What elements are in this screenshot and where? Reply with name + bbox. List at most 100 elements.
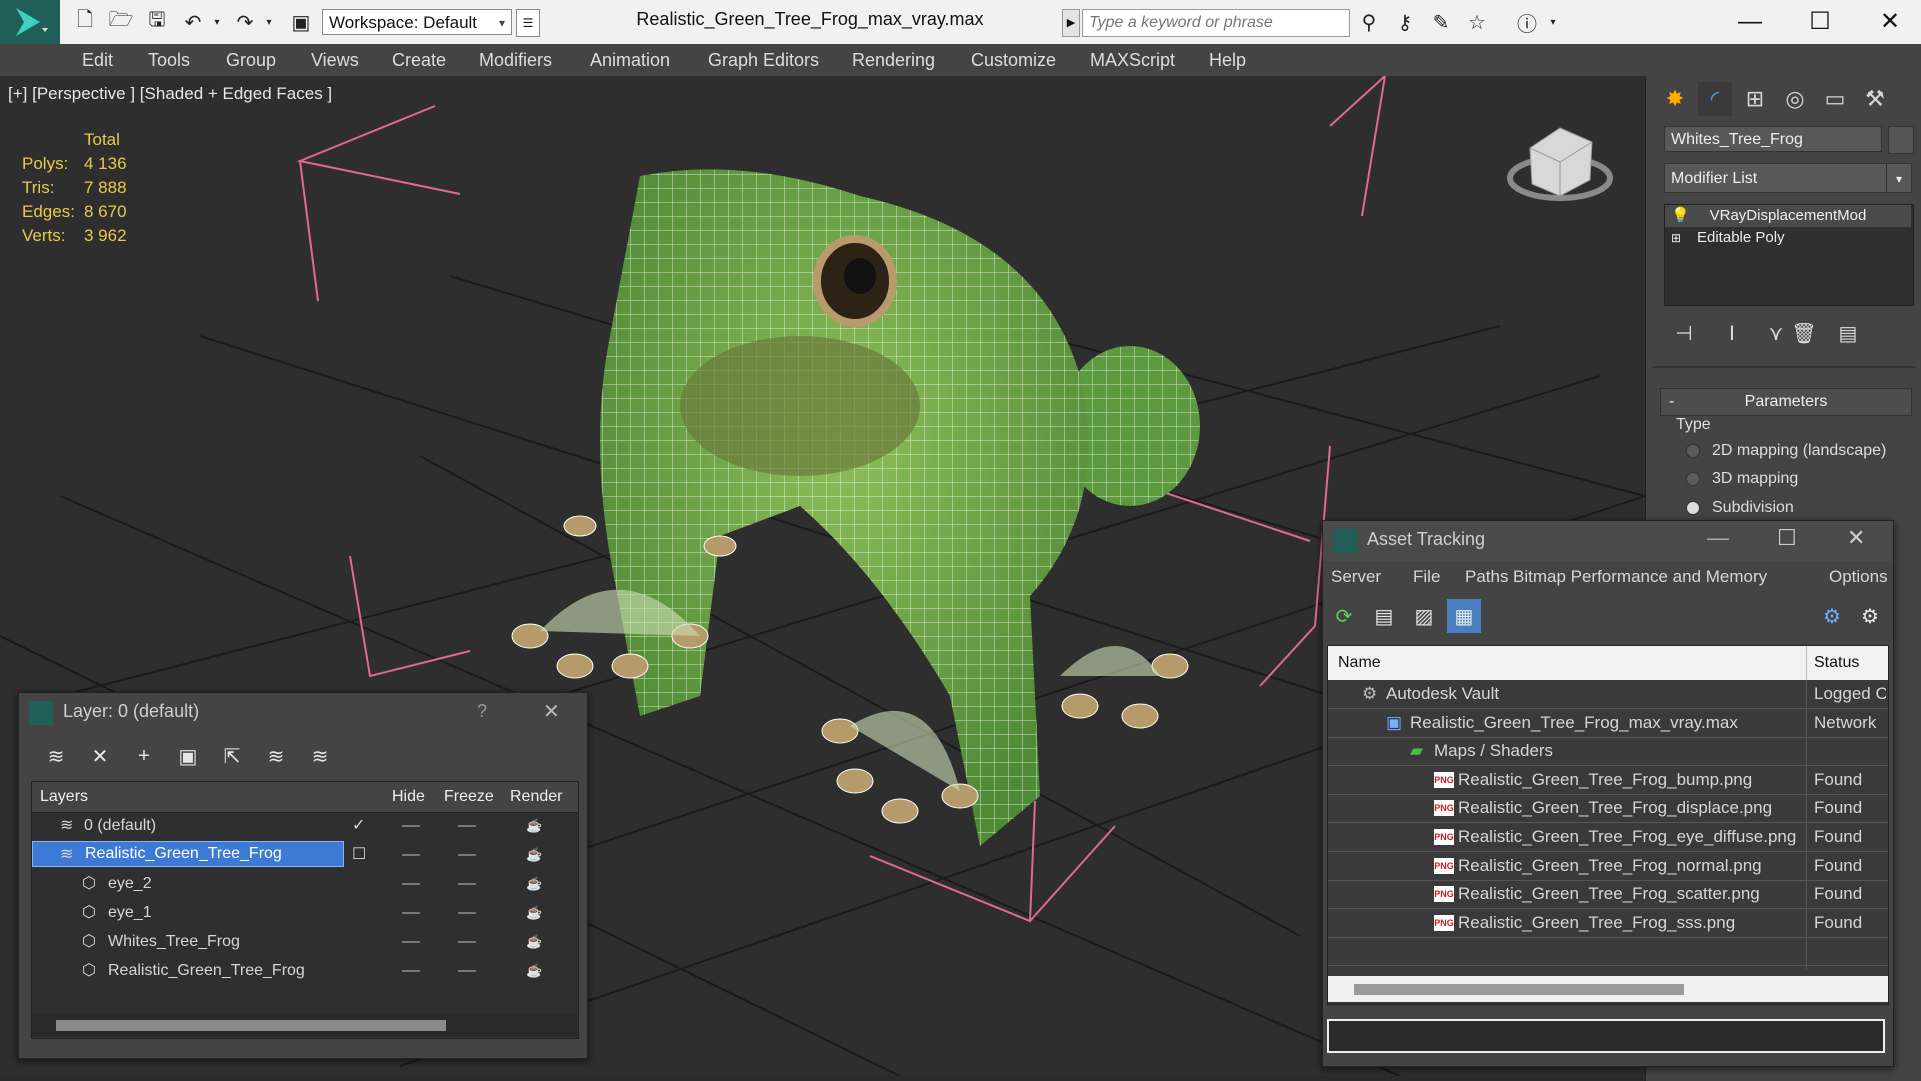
save-icon[interactable]: 🖫	[144, 9, 170, 34]
menu-create[interactable]: Create	[392, 44, 446, 76]
asset-status-field[interactable]	[1327, 1019, 1885, 1053]
close-icon[interactable]: ✕	[1860, 4, 1920, 40]
horizontal-scrollbar[interactable]	[32, 1014, 578, 1036]
stack-item-editable-poly[interactable]: ⊞ Editable Poly	[1665, 227, 1911, 249]
active-layer-check-icon[interactable]: ✓	[352, 812, 365, 840]
layer-window-titlebar[interactable]: Layer: 0 (default) ? ✕	[19, 693, 587, 733]
asset-row[interactable]: PNG Realistic_Green_Tree_Frog_sss.png Foun…	[1328, 909, 1888, 938]
asset-row[interactable]: PNG Realistic_Green_Tree_Frog_normal.png F…	[1328, 852, 1888, 881]
create-tab-icon[interactable]: ✸	[1658, 82, 1692, 116]
hide-toggle[interactable]	[402, 912, 420, 914]
freeze-toggle[interactable]	[458, 970, 476, 972]
layer-row[interactable]: ⬡ eye_1 ☕	[32, 899, 578, 927]
layer-row[interactable]: ⊟Realistic_Green_Tree_Frog≋☐☕	[32, 841, 578, 869]
hide-toggle[interactable]	[402, 883, 420, 885]
asset-row[interactable]: PNG Realistic_Green_Tree_Frog_displace.pn…	[1328, 794, 1888, 824]
menu-bitmap-performance[interactable]: Bitmap Performance and Memory	[1513, 567, 1767, 587]
hide-all-icon[interactable]: ≋	[305, 741, 335, 771]
menu-views[interactable]: Views	[311, 44, 359, 76]
key-icon[interactable]: ⚷	[1392, 10, 1418, 34]
scrollbar-thumb[interactable]	[56, 1020, 446, 1031]
configure-modifier-sets-icon[interactable]: ▤	[1834, 319, 1862, 347]
render-teapot-icon[interactable]: ☕	[526, 899, 542, 927]
column-status[interactable]: Status	[1814, 654, 1859, 672]
workspace-selector[interactable]: Workspace: Default ▾	[322, 9, 512, 35]
menu-file[interactable]: File	[1413, 567, 1440, 587]
layer-row[interactable]: ⬡ Realistic_Green_Tree_Frog ☕	[32, 957, 578, 985]
redo-icon[interactable]: ↷	[232, 10, 258, 34]
asset-row[interactable]: ⚙ Autodesk Vault Logged C	[1328, 680, 1888, 709]
menu-group[interactable]: Group	[226, 44, 276, 76]
show-end-result-icon[interactable]: Ⅰ	[1718, 319, 1746, 347]
hide-toggle[interactable]	[402, 854, 420, 856]
delete-icon[interactable]: ✕	[85, 741, 115, 771]
menu-edit[interactable]: Edit	[82, 44, 113, 76]
minimize-icon[interactable]: —	[1707, 525, 1729, 551]
layer-row[interactable]: ≋ 0 (default) ✓ ☕	[32, 812, 578, 840]
expand-plus-icon[interactable]: ⊞	[1671, 227, 1681, 249]
parameters-rollout-header[interactable]: - Parameters	[1660, 388, 1912, 416]
render-teapot-icon[interactable]: ☕	[526, 870, 542, 898]
table-view-icon[interactable]: ▦	[1447, 599, 1481, 633]
object-name-field[interactable]: Whites_Tree_Frog	[1664, 126, 1882, 152]
freeze-toggle[interactable]	[458, 825, 476, 827]
scrollbar-thumb[interactable]	[1354, 984, 1684, 995]
column-name[interactable]: Name	[1338, 654, 1381, 672]
make-unique-icon[interactable]: ⋎	[1762, 319, 1790, 347]
asset-row[interactable]: PNG Realistic_Green_Tree_Frog_scatter.png…	[1328, 880, 1888, 910]
menu-modifiers[interactable]: Modifiers	[479, 44, 552, 76]
pin-stack-icon[interactable]: ⊣	[1670, 319, 1698, 347]
layer-row[interactable]: ⬡ Whites_Tree_Frog ☕	[32, 928, 578, 956]
column-hide[interactable]: Hide	[392, 788, 425, 806]
menu-customize[interactable]: Customize	[971, 44, 1056, 76]
utilities-tab-icon[interactable]: ⚒	[1858, 82, 1892, 116]
asset-row[interactable]: ▰ Maps / Shaders	[1328, 737, 1888, 767]
display-tab-icon[interactable]: ▭	[1818, 82, 1852, 116]
asset-row[interactable]: PNG Realistic_Green_Tree_Frog_eye_diffuse…	[1328, 823, 1888, 852]
binoculars-icon[interactable]: ⚲	[1356, 10, 1382, 34]
freeze-toggle[interactable]	[458, 883, 476, 885]
close-icon[interactable]: ✕	[1847, 525, 1865, 551]
render-teapot-icon[interactable]: ☕	[526, 957, 542, 985]
stack-item-vray-displacement[interactable]: 💡 VRayDisplacementMod	[1665, 205, 1911, 227]
close-icon[interactable]: ✕	[543, 699, 560, 724]
select-objects-icon[interactable]: ⇱	[217, 741, 247, 771]
favorites-star-icon[interactable]: ☆	[1464, 10, 1490, 34]
column-render[interactable]: Render	[510, 788, 562, 806]
render-teapot-icon[interactable]: ☕	[526, 928, 542, 956]
search-input[interactable]	[1082, 9, 1350, 37]
thumbnail-view-icon[interactable]: ▨	[1409, 601, 1439, 631]
remove-modifier-icon[interactable]: 🗑	[1790, 319, 1818, 347]
motion-tab-icon[interactable]: ◎	[1778, 82, 1812, 116]
new-file-icon[interactable]: 🗋	[72, 9, 98, 34]
redo-dropdown-icon[interactable]: ▾	[256, 10, 282, 34]
column-layers[interactable]: Layers	[40, 788, 88, 806]
vault-settings-icon[interactable]: ⚙	[1855, 601, 1885, 631]
list-view-icon[interactable]: ▤	[1369, 601, 1399, 631]
highlight-layer-icon[interactable]: ≋	[261, 741, 291, 771]
menu-animation[interactable]: Animation	[590, 44, 670, 76]
menu-tools[interactable]: Tools	[148, 44, 190, 76]
asset-row[interactable]: PNG Realistic_Green_Tree_Frog_bump.png Fou…	[1328, 766, 1888, 795]
menu-options[interactable]: Options	[1829, 567, 1888, 587]
viewport-label[interactable]: [+] [Perspective ] [Shaded + Edged Faces…	[8, 84, 332, 104]
minimize-icon[interactable]: —	[1720, 4, 1780, 40]
hide-toggle[interactable]	[402, 970, 420, 972]
undo-icon[interactable]: ↶	[180, 10, 206, 34]
radio-3d-mapping[interactable]: 3D mapping	[1686, 470, 1798, 488]
app-logo-icon[interactable]	[0, 0, 60, 44]
asset-window-titlebar[interactable]: Asset Tracking — ☐ ✕	[1323, 521, 1893, 561]
workspace-menu-button[interactable]: ☰	[516, 9, 540, 37]
help-dropdown-icon[interactable]: ▾	[1540, 10, 1566, 34]
layer-properties-icon[interactable]: ≋	[41, 741, 71, 771]
column-freeze[interactable]: Freeze	[444, 788, 494, 806]
modify-tab-icon[interactable]: ◜	[1698, 82, 1732, 116]
menu-server[interactable]: Server	[1331, 567, 1381, 587]
maximize-icon[interactable]: ☐	[1777, 525, 1797, 551]
render-teapot-icon[interactable]: ☕	[526, 812, 542, 840]
menu-graph-editors[interactable]: Graph Editors	[708, 44, 819, 76]
open-file-icon[interactable]: 🗁	[108, 9, 134, 34]
search-expand-icon[interactable]: ▶	[1062, 9, 1080, 37]
freeze-toggle[interactable]	[458, 854, 476, 856]
help-icon[interactable]: ⓘ	[1514, 10, 1540, 36]
